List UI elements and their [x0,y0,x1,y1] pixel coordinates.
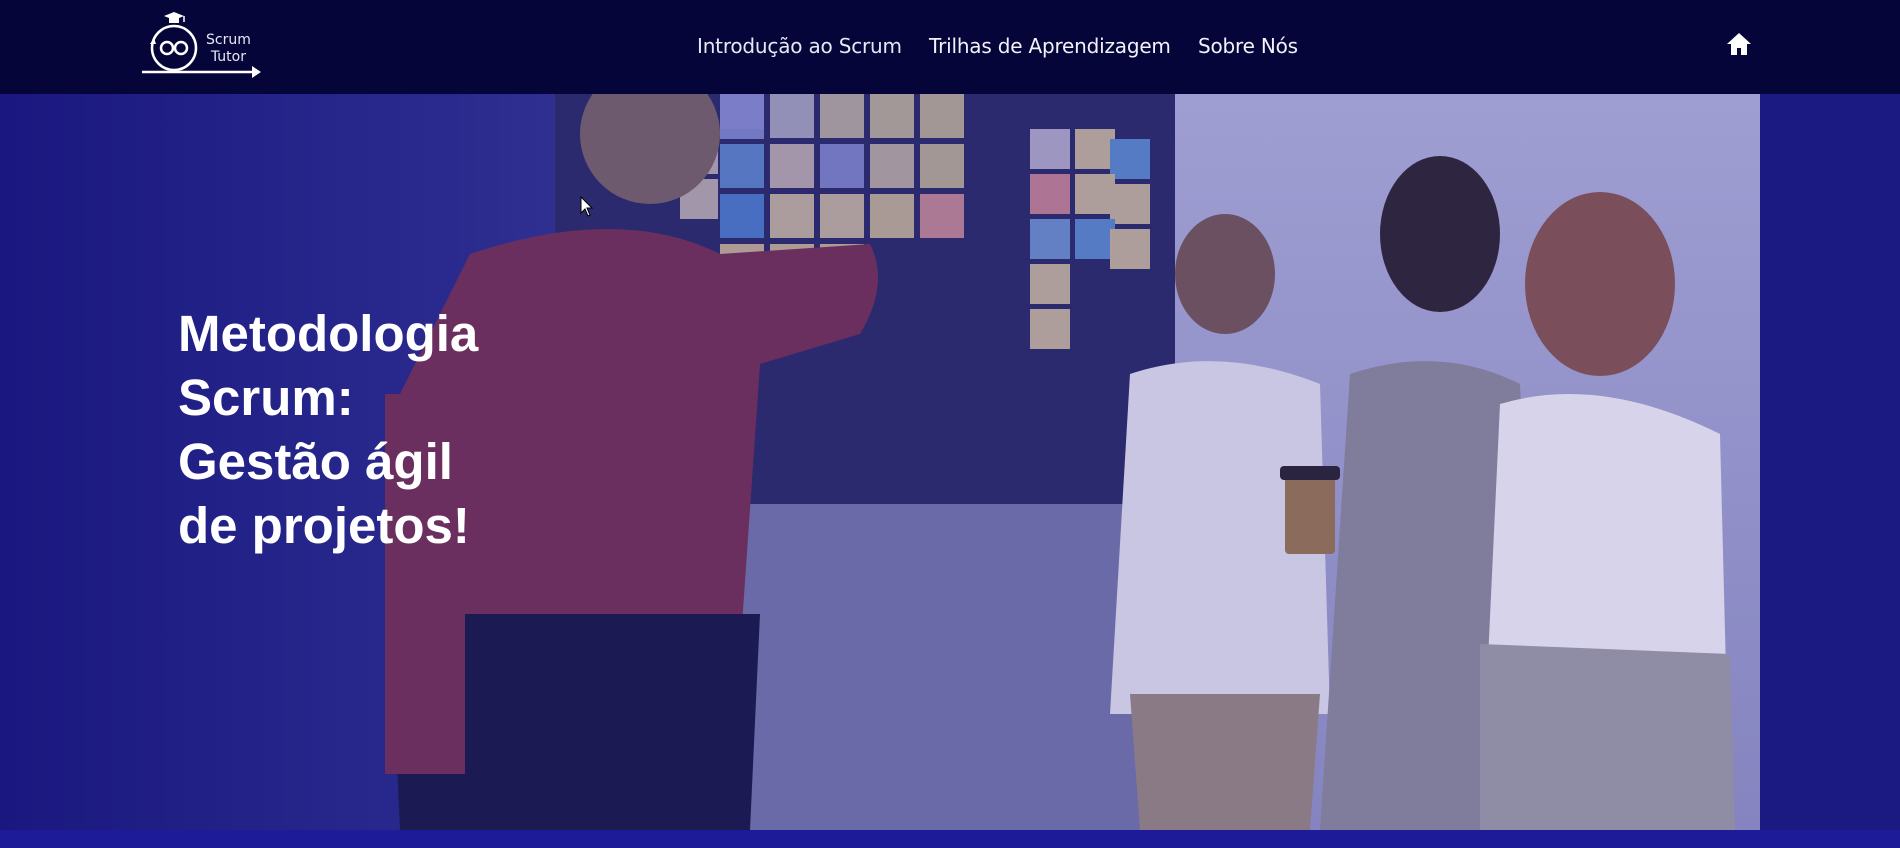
page: Scrum Tutor Introdução ao Scrum Trilhas … [0,0,1900,848]
hero-title-line4: de projetos! [178,497,470,554]
hero-title-line1: Metodologia [178,305,479,362]
site-header: Scrum Tutor Introdução ao Scrum Trilhas … [0,0,1900,94]
home-icon [1727,33,1751,55]
nav-link-introducao[interactable]: Introdução ao Scrum [697,31,902,61]
nav-link-trilhas[interactable]: Trilhas de Aprendizagem [929,31,1171,61]
hero-section: Metodologia Scrum: Gestão ágil de projet… [0,94,1900,830]
section-divider [0,830,1900,848]
hero-title-line2: Scrum: [178,369,354,426]
mouse-cursor-icon [580,195,594,218]
home-button[interactable] [1726,31,1752,57]
hero-title: Metodologia Scrum: Gestão ágil de projet… [178,302,558,558]
main-nav: Introdução ao Scrum Trilhas de Aprendiza… [0,31,1900,61]
hero-title-line3: Gestão ágil [178,433,453,490]
nav-link-sobre-nos[interactable]: Sobre Nós [1198,31,1298,61]
